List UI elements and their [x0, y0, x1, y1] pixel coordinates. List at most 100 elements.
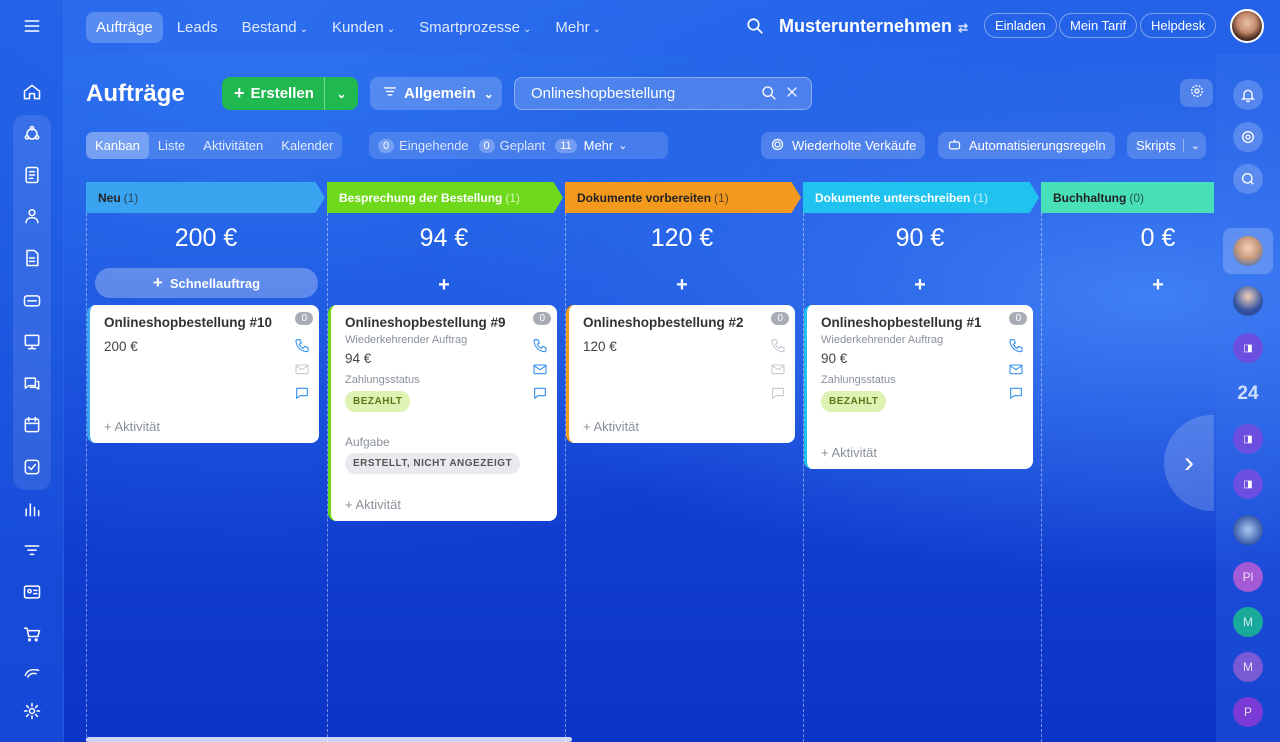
nav-tab-customers[interactable]: Kunden ⌄: [322, 12, 405, 43]
stage-prepare-documents[interactable]: Dokumente vorbereiten (1): [565, 182, 801, 213]
chat-icon[interactable]: [20, 372, 44, 396]
add-activity-link[interactable]: + Aktivität: [345, 497, 401, 512]
mail-icon[interactable]: [1008, 361, 1024, 377]
tasks-icon[interactable]: [20, 455, 44, 479]
search-field[interactable]: Onlineshopbestellung: [514, 77, 812, 110]
nav-tab-more[interactable]: Mehr ⌄: [545, 12, 611, 43]
stage-sign-documents[interactable]: Dokumente unterschreiben (1): [803, 182, 1039, 213]
counter-more[interactable]: 11 Mehr ⌄: [555, 138, 627, 153]
counter-planned[interactable]: 0 Geplant: [478, 138, 545, 153]
chat-icon[interactable]: [770, 385, 786, 401]
settings-icon[interactable]: [20, 699, 44, 723]
repeat-sales-button[interactable]: Wiederholte Verkäufe: [761, 132, 926, 159]
nav-tab-deals[interactable]: Aufträge: [86, 11, 163, 43]
company-name[interactable]: Musterunternehmen ⇄: [779, 16, 968, 37]
chat-icon[interactable]: [1008, 385, 1024, 401]
filter-preset-button[interactable]: Allgemein ⌄: [370, 77, 502, 110]
phone-icon[interactable]: [1008, 337, 1024, 353]
chat-icon[interactable]: [532, 385, 548, 401]
activity-counter: 0: [771, 312, 789, 325]
bitrix24-icon[interactable]: 24: [1233, 379, 1263, 409]
calendar-icon[interactable]: [20, 413, 44, 437]
inventory-icon[interactable]: [20, 288, 44, 312]
payment-status-label: Zahlungsstatus: [821, 374, 896, 386]
mail-icon[interactable]: [294, 361, 310, 377]
horizontal-scrollbar[interactable]: [86, 737, 572, 742]
add-activity-link[interactable]: + Aktivität: [583, 419, 639, 434]
stage-accounting[interactable]: Buchhaltung (0): [1041, 182, 1214, 213]
search-icon[interactable]: [746, 17, 764, 40]
user-avatar[interactable]: [1230, 9, 1264, 43]
notifications-icon[interactable]: [1233, 80, 1263, 110]
nav-tab-leads[interactable]: Leads: [167, 12, 228, 43]
contact-card-icon[interactable]: [20, 580, 44, 604]
deal-title[interactable]: Onlineshopbestellung #2: [583, 315, 744, 330]
settings-button[interactable]: [1180, 79, 1213, 107]
chat-group-icon[interactable]: ◨: [1233, 424, 1263, 454]
sites-icon[interactable]: [20, 660, 44, 684]
deal-card[interactable]: Onlineshopbestellung #9 0 Wiederkehrende…: [328, 305, 557, 521]
document-icon[interactable]: [20, 246, 44, 270]
invite-button[interactable]: Einladen: [984, 13, 1057, 38]
deal-title[interactable]: Onlineshopbestellung #1: [821, 315, 982, 330]
chat-group-icon[interactable]: ◨: [1233, 333, 1263, 363]
chat-group-icon[interactable]: ◨: [1233, 469, 1263, 499]
mail-icon[interactable]: [770, 361, 786, 377]
shop-cart-icon[interactable]: [20, 622, 44, 646]
deal-title[interactable]: Onlineshopbestellung #9: [345, 315, 506, 330]
plan-button[interactable]: Mein Tarif: [1059, 13, 1138, 38]
automation-rules-button[interactable]: Automatisierungsregeln: [938, 132, 1115, 159]
helpdesk-button[interactable]: Helpdesk: [1140, 13, 1217, 38]
presentation-icon[interactable]: [20, 330, 44, 354]
add-deal-button[interactable]: +: [805, 274, 1035, 297]
chat-avatar-initials[interactable]: M: [1233, 607, 1263, 637]
clear-icon[interactable]: [785, 85, 799, 104]
chat-avatar-initials[interactable]: M: [1233, 652, 1263, 682]
chat-avatar-initials[interactable]: Pl: [1233, 562, 1263, 592]
tab-list[interactable]: Liste: [149, 132, 194, 159]
scripts-button[interactable]: Skripts ⌄: [1127, 132, 1206, 159]
messenger-icon[interactable]: [1233, 164, 1263, 194]
home-icon[interactable]: [20, 80, 44, 104]
deal-amount: 94 €: [345, 351, 372, 366]
deal-title[interactable]: Onlineshopbestellung #10: [104, 315, 272, 330]
phone-icon[interactable]: [532, 337, 548, 353]
tab-calendar[interactable]: Kalender: [272, 132, 342, 159]
analytics-icon[interactable]: [20, 497, 44, 521]
deal-card[interactable]: Onlineshopbestellung #2 0 120 € + Aktivi…: [566, 305, 795, 443]
stage-new[interactable]: Neu (1): [86, 182, 325, 213]
contacts-icon[interactable]: [20, 204, 44, 228]
chevron-down-icon[interactable]: ⌄: [325, 87, 358, 101]
add-deal-button[interactable]: +: [329, 274, 559, 297]
chat-avatar[interactable]: [1233, 236, 1263, 266]
quick-deal-button[interactable]: + Schnellauftrag: [95, 268, 318, 298]
chat-avatar-initials[interactable]: P: [1233, 697, 1263, 727]
funnel-icon[interactable]: [20, 539, 44, 563]
tab-activities[interactable]: Aktivitäten: [194, 132, 272, 159]
crm-icon[interactable]: [20, 122, 44, 146]
nav-tab-smart-processes[interactable]: Smartprozesse ⌄: [409, 12, 541, 43]
create-button[interactable]: + Erstellen ⌄: [222, 77, 358, 110]
search-icon[interactable]: [761, 85, 777, 104]
add-deal-button[interactable]: +: [567, 274, 797, 297]
deal-card[interactable]: Onlineshopbestellung #1 0 Wiederkehrende…: [804, 305, 1033, 469]
phone-icon[interactable]: [294, 337, 310, 353]
add-activity-link[interactable]: + Aktivität: [821, 445, 877, 460]
mail-icon[interactable]: [532, 361, 548, 377]
menu-icon[interactable]: [20, 14, 44, 38]
phone-icon[interactable]: [770, 337, 786, 353]
nav-tab-inventory[interactable]: Bestand ⌄: [232, 12, 318, 43]
chat-icon[interactable]: [294, 385, 310, 401]
counter-incoming[interactable]: 0 Eingehende: [378, 138, 469, 153]
add-activity-link[interactable]: + Aktivität: [104, 419, 160, 434]
chat-avatar[interactable]: [1233, 515, 1263, 545]
column-sum: 200 €: [174, 224, 238, 252]
deal-amount: 200 €: [104, 339, 138, 354]
chevron-down-icon: ⌄: [483, 86, 494, 101]
deals-icon[interactable]: [20, 163, 44, 187]
tab-kanban[interactable]: Kanban: [86, 132, 149, 159]
copilot-icon[interactable]: [1233, 122, 1263, 152]
deal-card[interactable]: Onlineshopbestellung #10 0 200 € + Aktiv…: [87, 305, 319, 443]
chat-avatar[interactable]: [1233, 286, 1263, 316]
stage-discussion[interactable]: Besprechung der Bestellung (1): [327, 182, 563, 213]
